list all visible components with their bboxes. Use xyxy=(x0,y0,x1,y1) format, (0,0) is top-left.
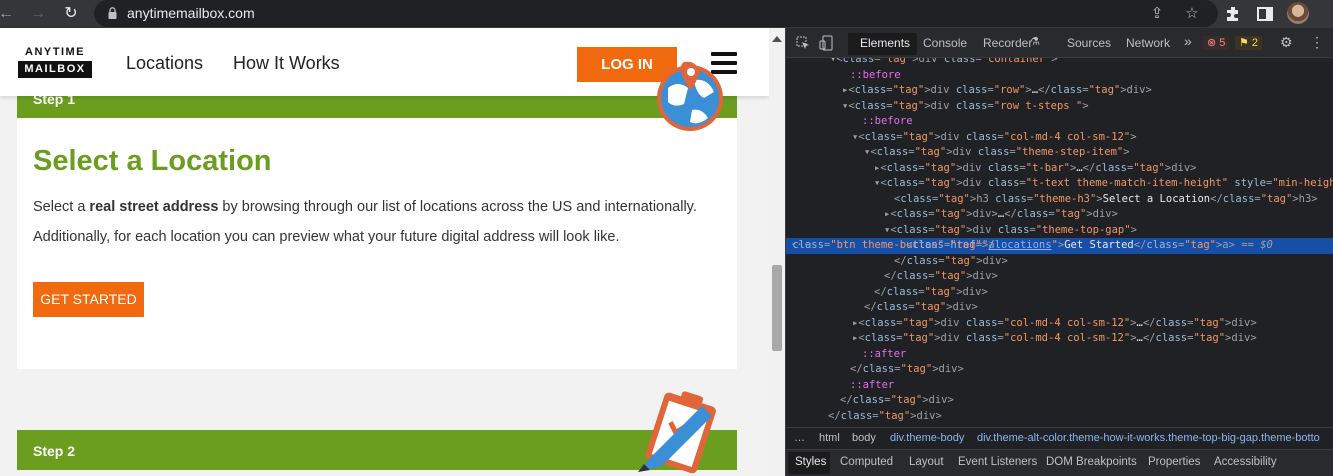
globe-location-icon xyxy=(657,61,723,131)
share-icon[interactable]: ⇪ xyxy=(1147,4,1167,24)
tab-layout[interactable]: Layout xyxy=(909,456,944,468)
nav-locations-link[interactable]: Locations xyxy=(126,53,203,74)
reload-icon[interactable]: ↻ xyxy=(61,4,81,24)
dom-node-line[interactable]: ::after xyxy=(862,347,906,363)
dom-node-line[interactable]: ▸<class="tag">div class="col-md-4 col-sm… xyxy=(852,331,1257,347)
url-text[interactable]: anytimemailbox.com xyxy=(127,5,255,21)
side-panel-icon[interactable] xyxy=(1255,4,1275,24)
forward-icon[interactable]: → xyxy=(28,4,48,24)
more-tabs-icon[interactable]: » xyxy=(1184,33,1192,49)
breadcrumb: … html body div.theme-body div.theme-alt-col… xyxy=(786,427,1333,449)
dom-node-line[interactable]: ::before xyxy=(862,114,913,130)
recorder-flask-icon: ⚗ xyxy=(1030,36,1040,48)
tab-sources[interactable]: Sources xyxy=(1067,36,1111,50)
inspect-element-icon[interactable] xyxy=(796,36,810,50)
tab-elements[interactable]: Elements xyxy=(860,36,910,50)
tab-recorder[interactable]: Recorder xyxy=(983,36,1032,50)
dom-node-line[interactable]: ▾<class="tag">div class="col-md-4 col-sm… xyxy=(852,130,1137,146)
scrollbar-thumb[interactable] xyxy=(772,265,782,351)
tab-dom-breakpoints[interactable]: DOM Breakpoints xyxy=(1046,456,1137,468)
step-2-bar: Step 2 xyxy=(17,430,737,470)
error-count-badge[interactable]: ⊗ 5 xyxy=(1203,36,1230,50)
dom-node-line[interactable]: ::before xyxy=(850,68,901,84)
tab-accessibility[interactable]: Accessibility xyxy=(1214,456,1277,468)
clipboard-pencil-icon xyxy=(638,391,716,474)
extensions-icon[interactable] xyxy=(1224,4,1244,24)
dom-node-line[interactable]: </class="tag">div> xyxy=(864,300,978,316)
dom-node-line[interactable]: ▸<class="tag">div class="row">…</class="… xyxy=(842,83,1152,99)
tab-event-listeners[interactable]: Event Listeners xyxy=(958,456,1037,468)
back-icon[interactable]: ← xyxy=(0,4,16,24)
tab-console[interactable]: Console xyxy=(923,36,967,50)
dom-node-line[interactable]: </class="tag">div> xyxy=(840,393,954,409)
dom-node-line[interactable]: ▾<class="tag">div class="t-text theme-ma… xyxy=(874,176,1333,192)
dom-node-selected[interactable]: ··· <class="tag">a class="btn theme-butto… xyxy=(786,238,1333,254)
dom-node-line[interactable]: ▸<class="tag">div class="col-md-4 col-sm… xyxy=(852,316,1257,332)
devtools-tabbar: Elements Console Recorder ⚗ Sources Netw… xyxy=(786,28,1333,58)
dom-node-line[interactable]: ▸<class="tag">div class="t-bar">…</class… xyxy=(874,161,1196,177)
dom-node-line[interactable]: </class="tag">div> xyxy=(850,362,964,378)
dom-node-line[interactable]: ▾<class="tag">div class="row t-steps "> xyxy=(842,99,1089,115)
step-2-label: Step 2 xyxy=(33,443,76,459)
dom-node-line[interactable]: </class="tag">div> xyxy=(894,254,1008,270)
logo-top-text: ANYTIME xyxy=(25,46,85,58)
device-toolbar-icon[interactable] xyxy=(819,35,833,51)
tab-styles[interactable]: Styles xyxy=(795,456,826,468)
card-text-1: Select a real street address by browsing… xyxy=(33,199,697,215)
devtools-panel: Elements Console Recorder ⚗ Sources Netw… xyxy=(785,28,1333,476)
tab-network[interactable]: Network xyxy=(1126,36,1170,50)
warning-count-badge[interactable]: ⚑ 2 xyxy=(1235,36,1263,50)
browser-toolbar: ← → ↻ anytimemailbox.com ⇪ ☆ xyxy=(0,0,1333,28)
lock-icon xyxy=(108,7,117,19)
dom-node-line[interactable]: ::after xyxy=(850,378,894,394)
dom-node-line[interactable]: ▾<class="tag">div class="theme-step-item… xyxy=(864,145,1130,161)
page-scrollbar[interactable] xyxy=(769,28,785,476)
logo-bottom-text: MAILBOX xyxy=(18,61,92,78)
tab-properties[interactable]: Properties xyxy=(1148,456,1200,468)
dom-node-line[interactable]: ▸<class="tag">div>…</class="tag">div> xyxy=(884,207,1118,223)
web-page-viewport: Step 1 ANYTIME MAILBOX Locations How It … xyxy=(0,28,769,476)
bookmark-star-icon[interactable]: ☆ xyxy=(1182,4,1202,24)
scroll-up-icon[interactable] xyxy=(772,36,782,42)
breadcrumb-item[interactable]: div.theme-body xyxy=(890,432,964,444)
nav-how-it-works-link[interactable]: How It Works xyxy=(233,53,340,74)
dom-node-line[interactable]: ▾<class="tag">div class="theme-top-gap"> xyxy=(884,223,1137,239)
dom-node-line[interactable]: </class="tag">div> xyxy=(874,285,988,301)
card-text-2: Additionally, for each location you can … xyxy=(33,229,620,245)
settings-gear-icon[interactable]: ⚙ xyxy=(1280,34,1293,51)
profile-avatar[interactable] xyxy=(1287,2,1309,24)
card-title: Select a Location xyxy=(33,145,272,177)
get-started-button[interactable]: GET STARTED xyxy=(33,282,144,317)
dom-node-line[interactable]: <class="tag">h3 class="theme-h3">Select … xyxy=(894,192,1318,208)
anytime-mailbox-logo[interactable]: ANYTIME MAILBOX xyxy=(18,46,92,78)
breadcrumb-item[interactable]: div.theme-alt-color.theme-how-it-works.t… xyxy=(977,432,1320,444)
styles-tabbar: Styles Computed Layout Event Listeners DOM B… xyxy=(786,449,1333,476)
real-street-address-text: real street address xyxy=(89,199,219,215)
more-options-icon[interactable]: ⋮ xyxy=(1310,34,1324,51)
breadcrumb-item[interactable]: html xyxy=(819,432,840,444)
address-bar[interactable]: anytimemailbox.com ⇪ ☆ xyxy=(94,0,1218,27)
breadcrumb-item[interactable]: body xyxy=(852,432,876,444)
breadcrumb-item[interactable]: … xyxy=(794,432,805,444)
dom-node-line[interactable]: ▾<class="tag">div class="container"> xyxy=(830,58,1058,68)
dom-node-line[interactable]: </class="tag">div> xyxy=(828,409,942,423)
tab-computed[interactable]: Computed xyxy=(840,456,893,468)
dom-node-line[interactable]: </class="tag">div> xyxy=(884,269,998,285)
elements-dom-tree[interactable]: ▾<class="tag">div class="container">::be… xyxy=(786,58,1333,422)
